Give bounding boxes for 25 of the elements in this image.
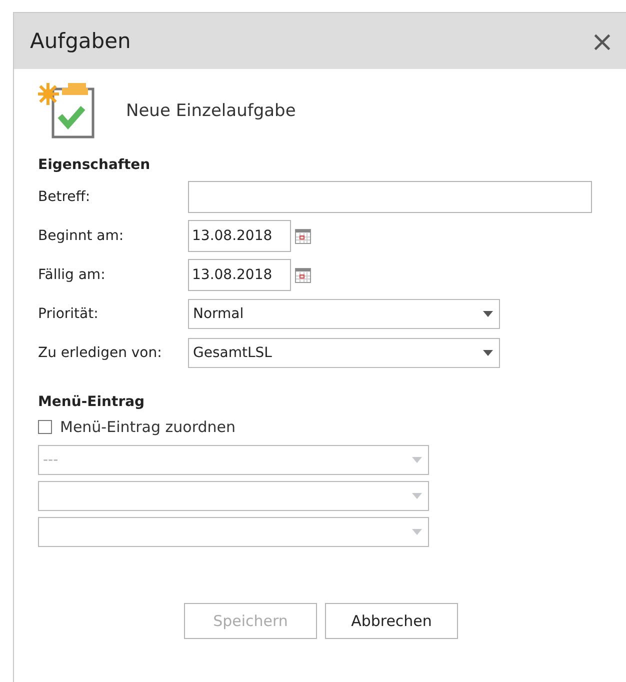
dropdown[interactable]: Normal xyxy=(188,299,500,329)
date-input[interactable]: 13.08.2018 xyxy=(188,259,291,291)
field-label: Beginnt am: xyxy=(38,228,125,244)
field-label: Fällig am: xyxy=(38,267,106,283)
dropdown-caret-icon xyxy=(412,529,422,535)
dialog-heading: Neue Einzelaufgabe xyxy=(126,101,296,121)
subject-input[interactable] xyxy=(188,181,592,213)
dropdown-caret-icon xyxy=(483,311,493,317)
checkbox[interactable] xyxy=(38,420,52,434)
dropdown[interactable]: GesamtLSL xyxy=(188,338,500,368)
section-heading: Eigenschaften xyxy=(38,157,152,173)
window-title: Aufgaben xyxy=(30,29,131,53)
field-label: Betreff: xyxy=(38,189,92,205)
field-label: Priorität: xyxy=(38,306,100,322)
section-heading: Menü-Eintrag xyxy=(38,394,146,410)
dropdown-caret-icon xyxy=(412,493,422,499)
field-label: Zu erledigen von: xyxy=(38,345,163,361)
date-input[interactable]: 13.08.2018 xyxy=(188,220,291,252)
close-button[interactable]: × xyxy=(586,24,618,58)
calendar-icon[interactable] xyxy=(295,268,311,282)
dropdown-caret-icon xyxy=(483,350,493,356)
dialog-button[interactable]: Abbrechen xyxy=(325,603,458,639)
calendar-icon[interactable] xyxy=(295,228,311,244)
checkbox-label[interactable]: Menü-Eintrag zuordnen xyxy=(60,418,236,436)
dropdown-caret-icon xyxy=(412,457,422,463)
